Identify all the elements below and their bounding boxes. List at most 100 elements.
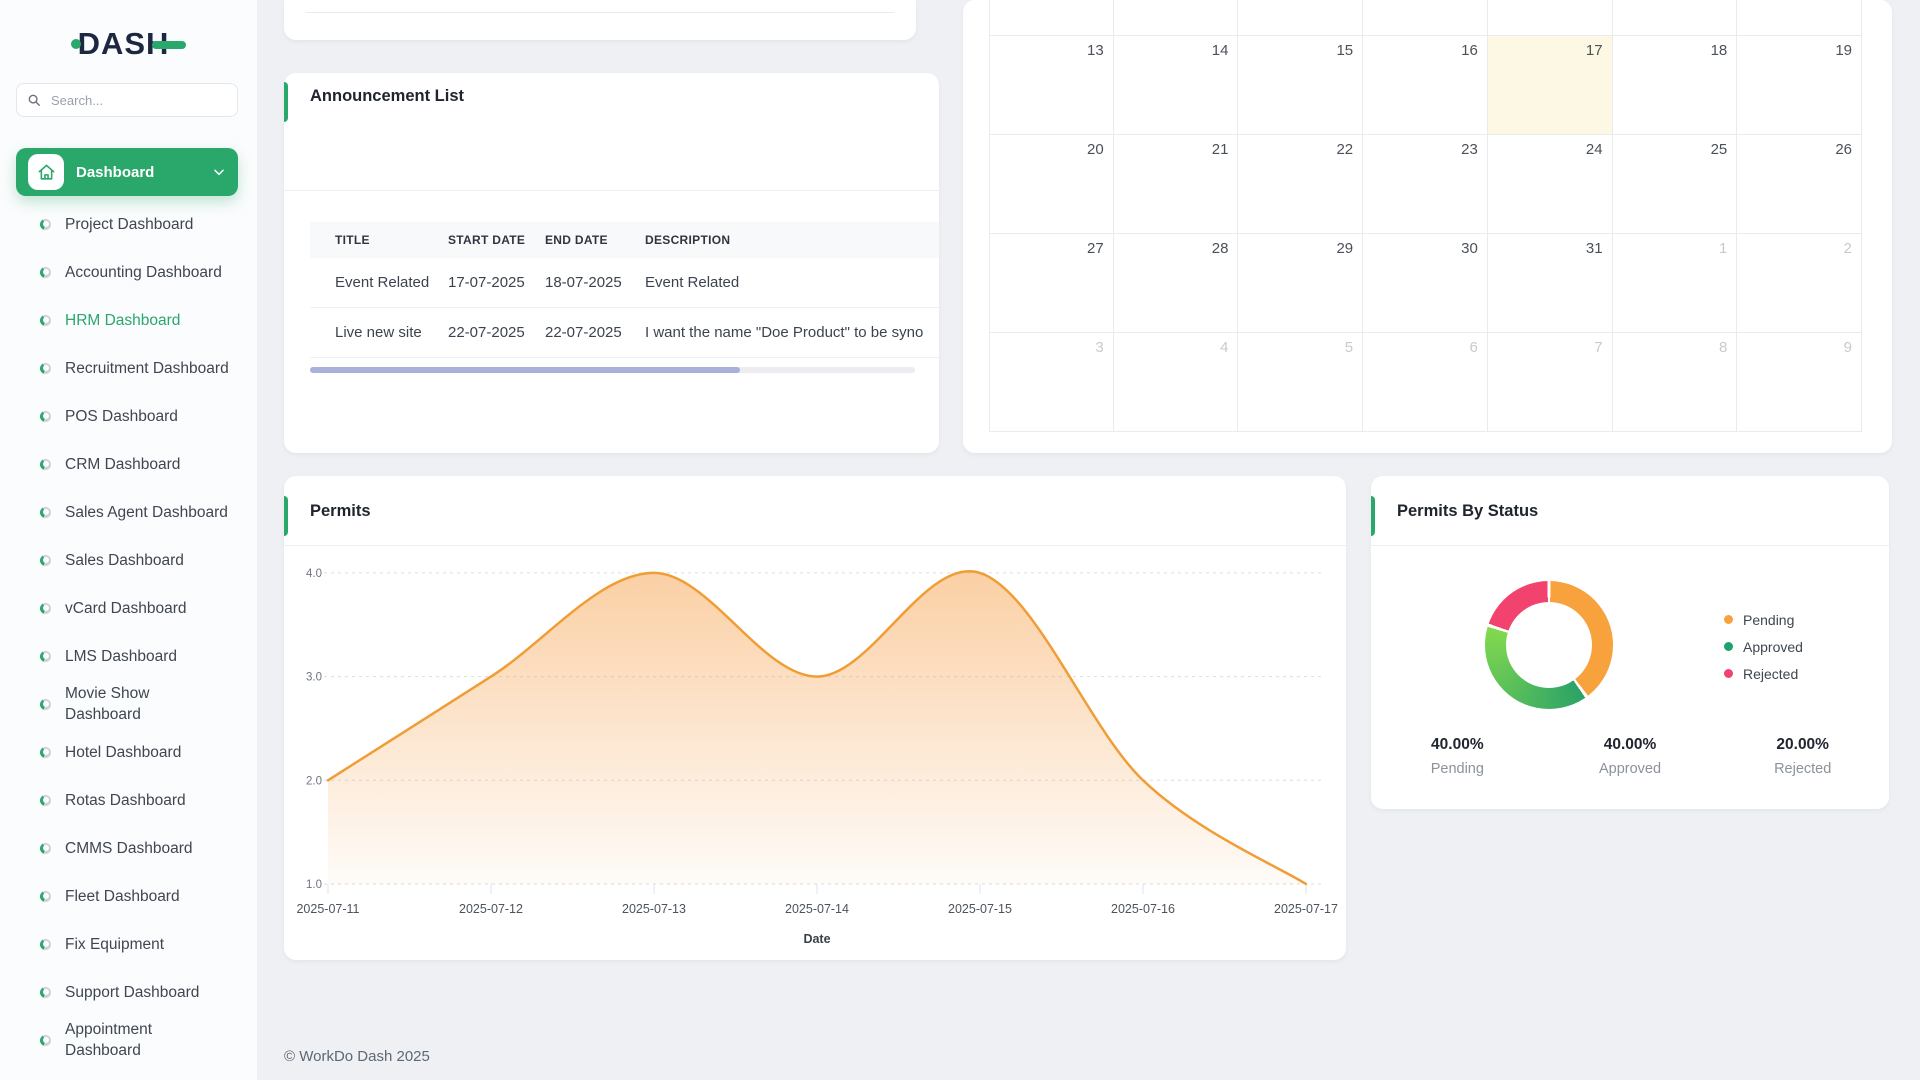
calendar-cell-23[interactable]: 23 bbox=[1363, 135, 1488, 234]
calendar-cell-15[interactable]: 15 bbox=[1238, 36, 1363, 135]
table-cell: I want the name "Doe Product" to be syno bbox=[645, 308, 939, 358]
calendar-cell-partial[interactable] bbox=[1363, 0, 1488, 36]
card-accent-bar bbox=[284, 82, 288, 122]
calendar-cell-partial[interactable] bbox=[1488, 0, 1613, 36]
legend-item-pending[interactable]: Pending bbox=[1724, 606, 1803, 633]
announcement-list-title: Announcement List bbox=[310, 87, 464, 106]
sidebar-item-cmms-dashboard[interactable]: CMMS Dashboard bbox=[0, 824, 257, 872]
calendar-cell-partial[interactable] bbox=[1114, 0, 1239, 36]
menu-bullet-icon bbox=[40, 795, 51, 806]
calendar-cell-18[interactable]: 18 bbox=[1613, 36, 1738, 135]
status-donut-chart bbox=[1485, 581, 1613, 709]
cutoff-card bbox=[284, 0, 916, 40]
sidebar-item-label: Sales Dashboard bbox=[65, 550, 184, 571]
table-cell: 17-07-2025 bbox=[448, 258, 545, 308]
sidebar-item-recruitment-dashboard[interactable]: Recruitment Dashboard bbox=[0, 344, 257, 392]
sidebar-item-dashboard[interactable]: Dashboard bbox=[16, 148, 238, 196]
sidebar-item-crm-dashboard[interactable]: CRM Dashboard bbox=[0, 440, 257, 488]
calendar-cell-31[interactable]: 31 bbox=[1488, 234, 1613, 333]
column-header: TITLE bbox=[310, 222, 448, 258]
calendar-cell-5[interactable]: 5 bbox=[1238, 333, 1363, 432]
stat-percentage: 40.00% bbox=[1544, 736, 1717, 754]
card-accent-bar bbox=[1371, 496, 1375, 536]
sidebar-item-hotel-dashboard[interactable]: Hotel Dashboard bbox=[0, 728, 257, 776]
legend-item-approved[interactable]: Approved bbox=[1724, 633, 1803, 660]
menu-bullet-icon bbox=[40, 315, 51, 326]
sidebar-item-label: CRM Dashboard bbox=[65, 454, 180, 475]
permits-by-status-card: Permits By Status PendingApprovedRejecte… bbox=[1371, 476, 1889, 809]
calendar-cell-21[interactable]: 21 bbox=[1114, 135, 1239, 234]
sidebar-search bbox=[16, 83, 238, 117]
stat-percentage: 40.00% bbox=[1371, 736, 1544, 754]
stat-label: Approved bbox=[1544, 761, 1717, 777]
sidebar-item-support-dashboard[interactable]: Support Dashboard bbox=[0, 968, 257, 1016]
search-input[interactable] bbox=[49, 92, 227, 109]
sidebar-item-pos-dashboard[interactable]: POS Dashboard bbox=[0, 392, 257, 440]
legend-item-rejected[interactable]: Rejected bbox=[1724, 660, 1803, 687]
calendar-cell-partial[interactable] bbox=[1737, 0, 1862, 36]
svg-text:2025-07-12: 2025-07-12 bbox=[459, 902, 523, 916]
sidebar-item-project-dashboard[interactable]: Project Dashboard bbox=[0, 200, 257, 248]
horizontal-scrollbar-thumb[interactable] bbox=[310, 367, 740, 373]
horizontal-scrollbar-track[interactable] bbox=[310, 367, 915, 373]
calendar-cell-9[interactable]: 9 bbox=[1737, 333, 1862, 432]
calendar-cell-partial[interactable] bbox=[989, 0, 1114, 36]
calendar-cell-13[interactable]: 13 bbox=[989, 36, 1114, 135]
stat-rejected: 20.00%Rejected bbox=[1716, 736, 1889, 777]
calendar-cell-partial[interactable] bbox=[1238, 0, 1363, 36]
sidebar-item-hrm-dashboard[interactable]: HRM Dashboard bbox=[0, 296, 257, 344]
sidebar-item-movie-show-dashboard[interactable]: Movie Show Dashboard bbox=[0, 680, 257, 728]
calendar-cell-8[interactable]: 8 bbox=[1613, 333, 1738, 432]
svg-text:2025-07-15: 2025-07-15 bbox=[948, 902, 1012, 916]
calendar-cell-6[interactable]: 6 bbox=[1363, 333, 1488, 432]
svg-text:2025-07-16: 2025-07-16 bbox=[1111, 902, 1175, 916]
sidebar-item-label: Dashboard bbox=[76, 164, 200, 181]
calendar-cell-30[interactable]: 30 bbox=[1363, 234, 1488, 333]
calendar-cell-24[interactable]: 24 bbox=[1488, 135, 1613, 234]
sidebar-item-sales-agent-dashboard[interactable]: Sales Agent Dashboard bbox=[0, 488, 257, 536]
logo-dot-icon bbox=[71, 39, 81, 49]
calendar-cell-17[interactable]: 17 bbox=[1488, 36, 1613, 135]
calendar-cell-28[interactable]: 28 bbox=[1114, 234, 1239, 333]
calendar-cell-26[interactable]: 26 bbox=[1737, 135, 1862, 234]
menu-bullet-icon bbox=[40, 891, 51, 902]
sidebar-item-label: Movie Show Dashboard bbox=[65, 683, 229, 725]
permits-card: Permits 4.03.02.01.02025-07-112025-07-12… bbox=[284, 476, 1346, 960]
menu-bullet-icon bbox=[40, 555, 51, 566]
sidebar-item-appointment-dashboard[interactable]: Appointment Dashboard bbox=[0, 1016, 257, 1064]
menu-bullet-icon bbox=[40, 747, 51, 758]
legend-label: Approved bbox=[1743, 639, 1803, 655]
svg-text:2025-07-14: 2025-07-14 bbox=[785, 902, 849, 916]
sidebar-item-label: Accounting Dashboard bbox=[65, 262, 222, 283]
sidebar-item-label: POS Dashboard bbox=[65, 406, 178, 427]
sidebar-item-lms-dashboard[interactable]: LMS Dashboard bbox=[0, 632, 257, 680]
calendar-cell-2[interactable]: 2 bbox=[1737, 234, 1862, 333]
calendar-cell-19[interactable]: 19 bbox=[1737, 36, 1862, 135]
calendar-cell-16[interactable]: 16 bbox=[1363, 36, 1488, 135]
calendar-cell-20[interactable]: 20 bbox=[989, 135, 1114, 234]
calendar-cell-27[interactable]: 27 bbox=[989, 234, 1114, 333]
calendar-cell-7[interactable]: 7 bbox=[1488, 333, 1613, 432]
search-icon bbox=[27, 93, 41, 107]
calendar-cell-22[interactable]: 22 bbox=[1238, 135, 1363, 234]
menu-bullet-icon bbox=[40, 267, 51, 278]
sidebar-item-sales-dashboard[interactable]: Sales Dashboard bbox=[0, 536, 257, 584]
sidebar-item-fleet-dashboard[interactable]: Fleet Dashboard bbox=[0, 872, 257, 920]
calendar-cell-3[interactable]: 3 bbox=[989, 333, 1114, 432]
calendar-cell-14[interactable]: 14 bbox=[1114, 36, 1239, 135]
sidebar-item-vcard-dashboard[interactable]: vCard Dashboard bbox=[0, 584, 257, 632]
announcement-table-scroll-area[interactable]: TITLESTART DATEEND DATEDESCRIPTION Event… bbox=[310, 222, 939, 360]
calendar-cell-1[interactable]: 1 bbox=[1613, 234, 1738, 333]
app-logo[interactable]: DASH bbox=[0, 28, 257, 59]
footer-copyright: © WorkDo Dash 2025 bbox=[284, 1048, 430, 1065]
sidebar-item-accounting-dashboard[interactable]: Accounting Dashboard bbox=[0, 248, 257, 296]
calendar-cell-29[interactable]: 29 bbox=[1238, 234, 1363, 333]
calendar-cell-4[interactable]: 4 bbox=[1114, 333, 1239, 432]
calendar-cell-25[interactable]: 25 bbox=[1613, 135, 1738, 234]
sidebar-item-rotas-dashboard[interactable]: Rotas Dashboard bbox=[0, 776, 257, 824]
home-icon bbox=[28, 154, 64, 190]
table-cell: Event Related bbox=[645, 258, 939, 308]
svg-text:2.0: 2.0 bbox=[306, 775, 322, 787]
calendar-cell-partial[interactable] bbox=[1613, 0, 1738, 36]
sidebar-item-fix-equipment[interactable]: Fix Equipment bbox=[0, 920, 257, 968]
